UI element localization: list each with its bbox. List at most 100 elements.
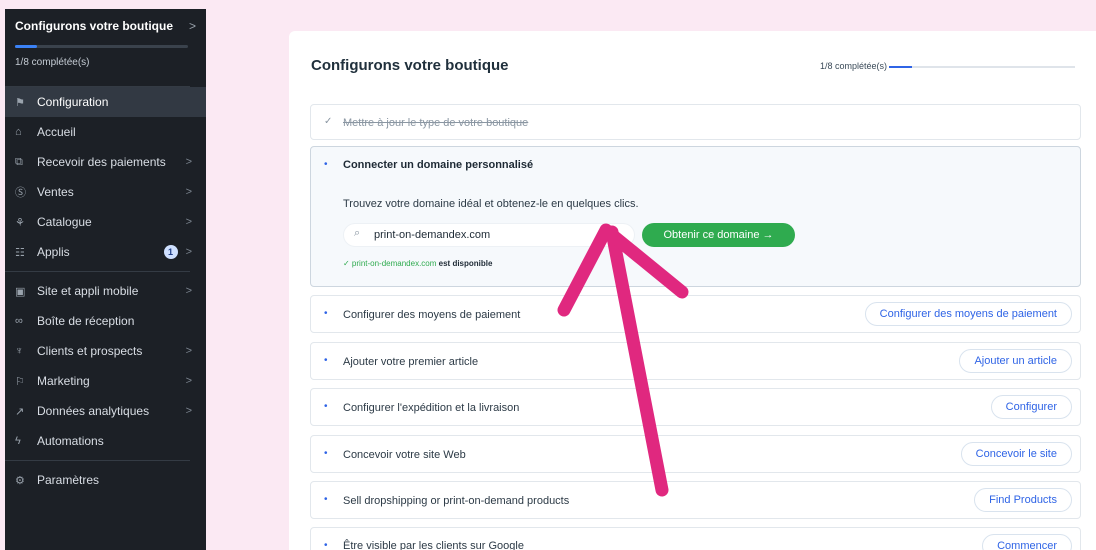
task-row-first-product[interactable]: • Ajouter votre premier article Ajouter … [310,342,1081,380]
task-title: Être visible par les clients sur Google [343,540,524,550]
payment-icon: ⧉ [15,155,23,168]
sidebar-item-ventes[interactable]: Ⓢ Ventes > [5,177,206,207]
sidebar-item-label: Applis [37,245,70,259]
sidebar-item-automations[interactable]: ϟ Automations [5,426,206,456]
sidebar-item-accueil[interactable]: ⌂ Accueil [5,117,206,147]
bullet-icon: • [324,355,328,366]
domain-input-value: print-on-demandex.com [374,229,491,241]
sidebar: Configurons votre boutique > 1/8 complét… [5,9,206,550]
marketing-icon: ⚐ [15,375,25,388]
settings-icon: ⚙ [15,474,25,487]
sidebar-item-label: Accueil [37,125,76,139]
inbox-icon: ∞ [15,315,23,327]
bullet-icon: • [324,540,328,550]
task-title: Connecter un domaine personnalisé [343,159,534,171]
divider [5,271,190,272]
sidebar-item-recevoir-des-paiements[interactable]: ⧉ Recevoir des paiements > [5,147,206,177]
divider [5,460,190,461]
task-row-update-store-type[interactable]: ✓ Mettre à jour le type de votre boutiqu… [310,104,1081,140]
chevron-right-icon: > [185,375,192,387]
sidebar-item-label: Clients et prospects [37,344,143,358]
checkmark-icon: ✓ [324,116,333,127]
page-title: Configurons votre boutique [311,57,509,74]
setup-title: Configurons votre boutique [15,19,173,33]
get-domain-button[interactable]: Obtenir ce domaine → [642,223,795,247]
sidebar-item-catalogue[interactable]: ⚘ Catalogue > [5,207,206,237]
setup-progress-fill [15,45,37,48]
availability-status: est disponible [438,259,493,268]
configure-shipping-button[interactable]: Configurer [990,395,1072,419]
sidebar-item-label: Données analytiques [37,404,150,418]
setup-payments-button[interactable]: Configurer des moyens de paiement [864,302,1072,326]
home-icon: ⌂ [15,126,22,138]
chevron-right-icon: > [185,405,192,417]
rocket-icon: ⚑ [15,96,25,109]
chevron-right-icon: > [188,19,196,33]
progress-bar [889,66,1075,68]
site-icon: ▣ [15,285,26,298]
contacts-icon: ♆ [15,345,24,357]
setup-progress-bar [15,45,188,48]
sidebar-item-parametres[interactable]: ⚙ Paramètres [5,465,206,495]
bullet-icon: • [324,448,328,459]
task-title: Concevoir votre site Web [343,449,466,461]
apps-icon: ☷ [15,246,25,259]
sidebar-item-donnees-analytiques[interactable]: ↗ Données analytiques > [5,396,206,426]
domain-search-input[interactable]: ⌕ print-on-demandex.com [343,223,635,247]
sidebar-item-label: Automations [37,434,104,448]
analytics-icon: ↗ [15,405,25,418]
sidebar-item-clients-et-prospects[interactable]: ♆ Clients et prospects > [5,336,206,366]
design-site-button[interactable]: Concevoir le site [960,442,1072,466]
task-title: Sell dropshipping or print-on-demand pro… [343,495,570,507]
dollar-icon: Ⓢ [15,187,26,199]
sidebar-item-applis[interactable]: ☷ Applis 1 > [5,237,206,267]
chevron-right-icon: > [185,186,192,198]
domain-availability: ✓ print-on-demandex.com est disponible [343,259,492,268]
availability-domain: ✓ print-on-demandex.com [343,259,437,268]
start-google-button[interactable]: Commencer [982,534,1072,550]
chevron-right-icon: > [185,156,192,168]
bullet-icon: • [324,401,328,412]
chevron-right-icon: > [185,285,192,297]
search-icon: ⌕ [354,227,361,239]
task-row-design-site[interactable]: • Concevoir votre site Web Concevoir le … [310,435,1081,473]
task-row-google[interactable]: • Être visible par les clients sur Googl… [310,527,1081,550]
bullet-icon: • [324,308,328,319]
progress-fill [889,66,913,68]
setup-count: 1/8 complétée(s) [15,57,90,68]
sidebar-item-label: Ventes [37,185,74,199]
sidebar-item-boite-de-reception[interactable]: ∞ Boîte de réception [5,306,206,336]
automation-icon: ϟ [15,435,21,447]
task-title: Ajouter votre premier article [343,356,479,368]
sidebar-item-label: Recevoir des paiements [37,155,166,169]
progress-text: 1/8 complétée(s) [820,61,888,71]
chevron-right-icon: > [185,345,192,357]
task-description: Trouvez votre domaine idéal et obtenez-l… [343,198,639,210]
task-row-shipping[interactable]: • Configurer l'expédition et la livraiso… [310,388,1081,426]
task-row-dropshipping[interactable]: • Sell dropshipping or print-on-demand p… [310,481,1081,519]
sidebar-item-label: Marketing [37,374,90,388]
bullet-icon: • [324,494,328,505]
sidebar-item-label: Paramètres [37,473,100,487]
sidebar-item-marketing[interactable]: ⚐ Marketing > [5,366,206,396]
sidebar-item-label: Boîte de réception [37,314,135,328]
find-products-button[interactable]: Find Products [974,488,1072,512]
notification-badge: 1 [163,245,178,259]
task-row-payment-methods[interactable]: • Configurer des moyens de paiement Conf… [310,295,1081,333]
setup-card: Configurons votre boutique 1/8 complétée… [289,31,1096,550]
sidebar-item-label: Catalogue [37,215,92,229]
task-title: Mettre à jour le type de votre boutique [343,117,529,129]
task-row-connect-domain: • Connecter un domaine personnalisé Trou… [310,146,1081,287]
bullet-icon: • [324,159,328,170]
chevron-right-icon: > [185,216,192,228]
sidebar-item-label: Configuration [37,95,109,109]
task-title: Configurer des moyens de paiement [343,309,521,321]
chevron-right-icon: > [185,246,192,258]
setup-header[interactable]: Configurons votre boutique > [5,9,206,45]
sidebar-item-label: Site et appli mobile [37,284,139,298]
catalog-icon: ⚘ [15,216,25,229]
sidebar-item-configuration[interactable]: ⚑ Configuration [5,87,206,117]
task-title: Configurer l'expédition et la livraison [343,402,520,414]
add-product-button[interactable]: Ajouter un article [959,349,1072,373]
sidebar-item-site-et-appli-mobile[interactable]: ▣ Site et appli mobile > [5,276,206,306]
